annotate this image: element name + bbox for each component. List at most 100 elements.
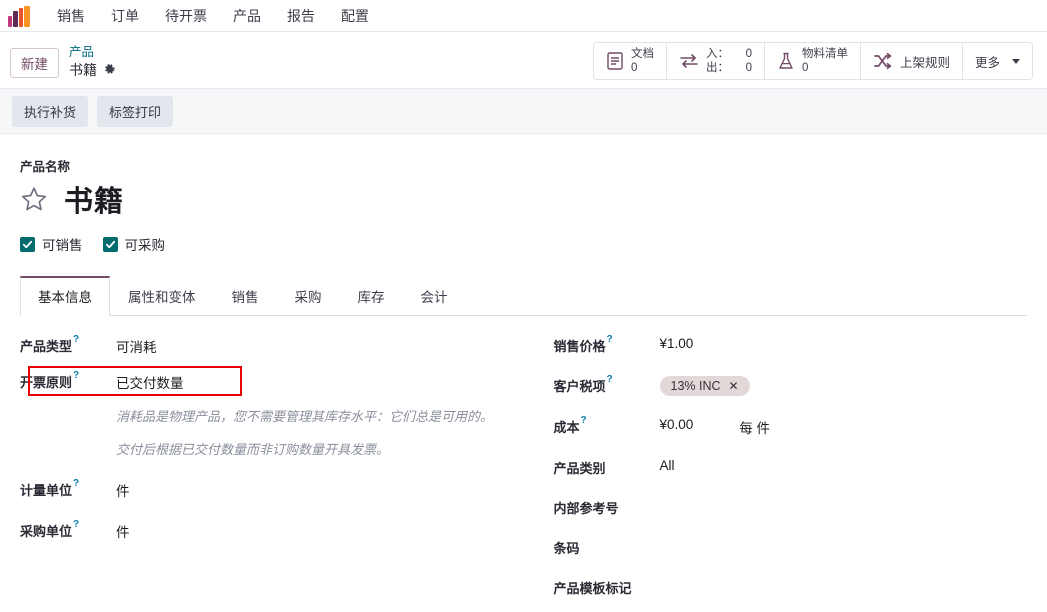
exchange-arrows-icon bbox=[679, 52, 699, 70]
field-product-type-value[interactable]: 可消耗 bbox=[116, 336, 157, 356]
breadcrumb-area: 新建 产品 书籍 bbox=[10, 42, 116, 80]
field-sales-price-label-text: 销售价格 bbox=[553, 339, 606, 354]
field-barcode-label: 条码 bbox=[554, 538, 660, 557]
tab-attributes-variants[interactable]: 属性和变体 bbox=[110, 276, 214, 316]
field-product-type: 产品类型 ? 可消耗 bbox=[20, 335, 506, 356]
field-product-tags: 产品模板标记 bbox=[554, 578, 1028, 597]
field-sales-price-value[interactable]: ¥1.00 bbox=[660, 336, 694, 351]
breadcrumb-current-record: 书籍 bbox=[69, 61, 97, 78]
nav-configuration[interactable]: 配置 bbox=[328, 2, 382, 30]
breadcrumb: 产品 书籍 bbox=[69, 42, 116, 80]
field-uom: 计量单位 ? 件 bbox=[20, 478, 506, 500]
nav-reporting[interactable]: 报告 bbox=[274, 2, 328, 30]
field-product-category-label-text: 产品类别 bbox=[553, 461, 606, 476]
field-customer-taxes-label: 客户税项 ? bbox=[553, 375, 660, 395]
help-icon[interactable]: ? bbox=[73, 519, 79, 530]
print-labels-button[interactable]: 标签打印 bbox=[97, 95, 174, 127]
field-product-category: 产品类别 All bbox=[554, 458, 1028, 477]
checkmark-icon bbox=[20, 236, 35, 252]
field-purchase-uom-label: 采购单位 ? bbox=[20, 519, 116, 540]
tab-inventory[interactable]: 库存 bbox=[340, 276, 403, 316]
stat-bom-label: 物料清单 bbox=[801, 47, 848, 60]
help-icon[interactable]: ? bbox=[607, 335, 613, 345]
document-icon bbox=[606, 51, 624, 71]
field-uom-label: 计量单位 ? bbox=[20, 478, 116, 499]
field-customer-taxes: 客户税项 ? 13% INC ✕ bbox=[553, 375, 1028, 396]
field-product-type-label-text: 产品类型 bbox=[20, 339, 73, 354]
tab-purchase[interactable]: 采购 bbox=[277, 276, 340, 316]
stat-button-putaway-rules[interactable]: 上架规则 bbox=[860, 43, 963, 79]
stat-more-label: 更多 bbox=[974, 55, 1000, 70]
stat-button-more[interactable]: 更多 bbox=[962, 43, 1032, 79]
field-product-tags-label-text: 产品模板标记 bbox=[553, 581, 632, 596]
product-title-row: 书籍 bbox=[20, 178, 1027, 220]
favorite-star-icon[interactable] bbox=[20, 185, 48, 213]
field-uom-label-text: 计量单位 bbox=[20, 482, 73, 498]
stat-documents-value: 0 bbox=[630, 62, 638, 74]
nav-orders[interactable]: 订单 bbox=[98, 2, 152, 30]
field-cost-label: 成本 ? bbox=[553, 416, 660, 436]
form-sheet: 产品名称 书籍 可销售 可采购 基本信息 属性和变体 销售 采购 库存 会计 产… bbox=[0, 134, 1047, 612]
stat-button-bom[interactable]: 物料清单 0 bbox=[764, 43, 861, 79]
stat-bom-value: 0 bbox=[801, 62, 809, 74]
form-notebook-tabs: 基本信息 属性和变体 销售 采购 库存 会计 bbox=[20, 276, 1027, 316]
help-text-invoicing-policy: 交付后根据已交付数量而非订购数量开具发票。 bbox=[116, 441, 390, 457]
main-menu: 销售 订单 待开票 产品 报告 配置 bbox=[44, 2, 382, 30]
stat-out-value: 0 bbox=[745, 62, 752, 74]
help-icon[interactable]: ? bbox=[73, 335, 79, 345]
help-icon[interactable]: ? bbox=[607, 375, 613, 385]
help-icon[interactable]: ? bbox=[73, 478, 79, 489]
field-cost-value[interactable]: ¥0.00 bbox=[660, 417, 694, 432]
field-product-type-label: 产品类型 ? bbox=[20, 335, 116, 355]
shuffle-icon bbox=[873, 52, 893, 70]
help-icon[interactable]: ? bbox=[73, 371, 79, 381]
field-purchase-uom: 采购单位 ? 件 bbox=[20, 519, 506, 541]
tab-general-information[interactable]: 基本信息 bbox=[20, 276, 110, 316]
stat-in-label: 入： bbox=[705, 47, 729, 60]
checkbox-can-be-sold[interactable]: 可销售 bbox=[20, 234, 83, 254]
stat-button-box: 文档 0 入： 0 出： 0 物料清单 0 上架规则 更多 bbox=[592, 42, 1033, 80]
tab-sales[interactable]: 销售 bbox=[214, 276, 277, 316]
field-customer-taxes-label-text: 客户税项 bbox=[553, 379, 606, 394]
stat-button-in-out[interactable]: 入： 0 出： 0 bbox=[666, 43, 765, 79]
field-sales-price: 销售价格 ? ¥1.00 bbox=[553, 335, 1028, 355]
checkbox-can-be-purchased[interactable]: 可采购 bbox=[102, 234, 166, 254]
checkbox-can-be-purchased-label: 可采购 bbox=[124, 238, 166, 253]
tag-customer-tax-label: 13% INC bbox=[670, 379, 721, 393]
field-purchase-uom-value[interactable]: 件 bbox=[116, 521, 130, 541]
nav-sales[interactable]: 销售 bbox=[44, 2, 98, 30]
stat-button-documents[interactable]: 文档 0 bbox=[593, 43, 667, 79]
control-panel: 新建 产品 书籍 文档 0 入： 0 出： 0 物料清单 0 上架规则 更多 bbox=[0, 32, 1047, 88]
field-uom-value[interactable]: 件 bbox=[116, 480, 130, 500]
tag-customer-tax[interactable]: 13% INC ✕ bbox=[659, 376, 750, 396]
field-invoicing-policy-label: 开票原则 ? bbox=[20, 371, 116, 391]
field-internal-reference-label: 内部参考号 bbox=[554, 498, 660, 517]
breadcrumb-parent-products[interactable]: 产品 bbox=[69, 44, 116, 61]
stat-documents-label: 文档 bbox=[630, 47, 654, 60]
field-barcode-label-text: 条码 bbox=[553, 541, 580, 556]
stat-out-label: 出： bbox=[705, 62, 729, 74]
nav-products[interactable]: 产品 bbox=[220, 2, 274, 30]
field-barcode: 条码 bbox=[554, 538, 1028, 557]
field-invoicing-policy: 开票原则 ? 已交付数量 bbox=[20, 371, 506, 392]
flask-icon bbox=[777, 51, 795, 71]
field-product-tags-label: 产品模板标记 bbox=[554, 578, 660, 597]
field-internal-reference: 内部参考号 bbox=[554, 498, 1028, 517]
field-invoicing-policy-value[interactable]: 已交付数量 bbox=[116, 372, 184, 392]
gear-icon[interactable] bbox=[104, 64, 116, 76]
odoo-logo-icon[interactable] bbox=[8, 5, 30, 27]
help-icon[interactable]: ? bbox=[581, 416, 587, 426]
stat-putaway-label: 上架规则 bbox=[899, 55, 950, 70]
field-product-category-value[interactable]: All bbox=[660, 458, 675, 473]
field-cost-label-text: 成本 bbox=[553, 420, 580, 435]
nav-to-invoice[interactable]: 待开票 bbox=[152, 2, 220, 30]
field-purchase-uom-label-text: 采购单位 bbox=[20, 523, 73, 539]
new-button[interactable]: 新建 bbox=[10, 48, 59, 78]
checkmark-icon bbox=[102, 236, 118, 252]
replenish-button[interactable]: 执行补货 bbox=[12, 95, 89, 127]
tab-accounting[interactable]: 会计 bbox=[403, 276, 466, 316]
field-internal-reference-label-text: 内部参考号 bbox=[553, 501, 619, 516]
stat-in-value: 0 bbox=[745, 47, 752, 60]
close-icon[interactable]: ✕ bbox=[729, 379, 739, 393]
top-navbar: 销售 订单 待开票 产品 报告 配置 bbox=[0, 0, 1047, 32]
